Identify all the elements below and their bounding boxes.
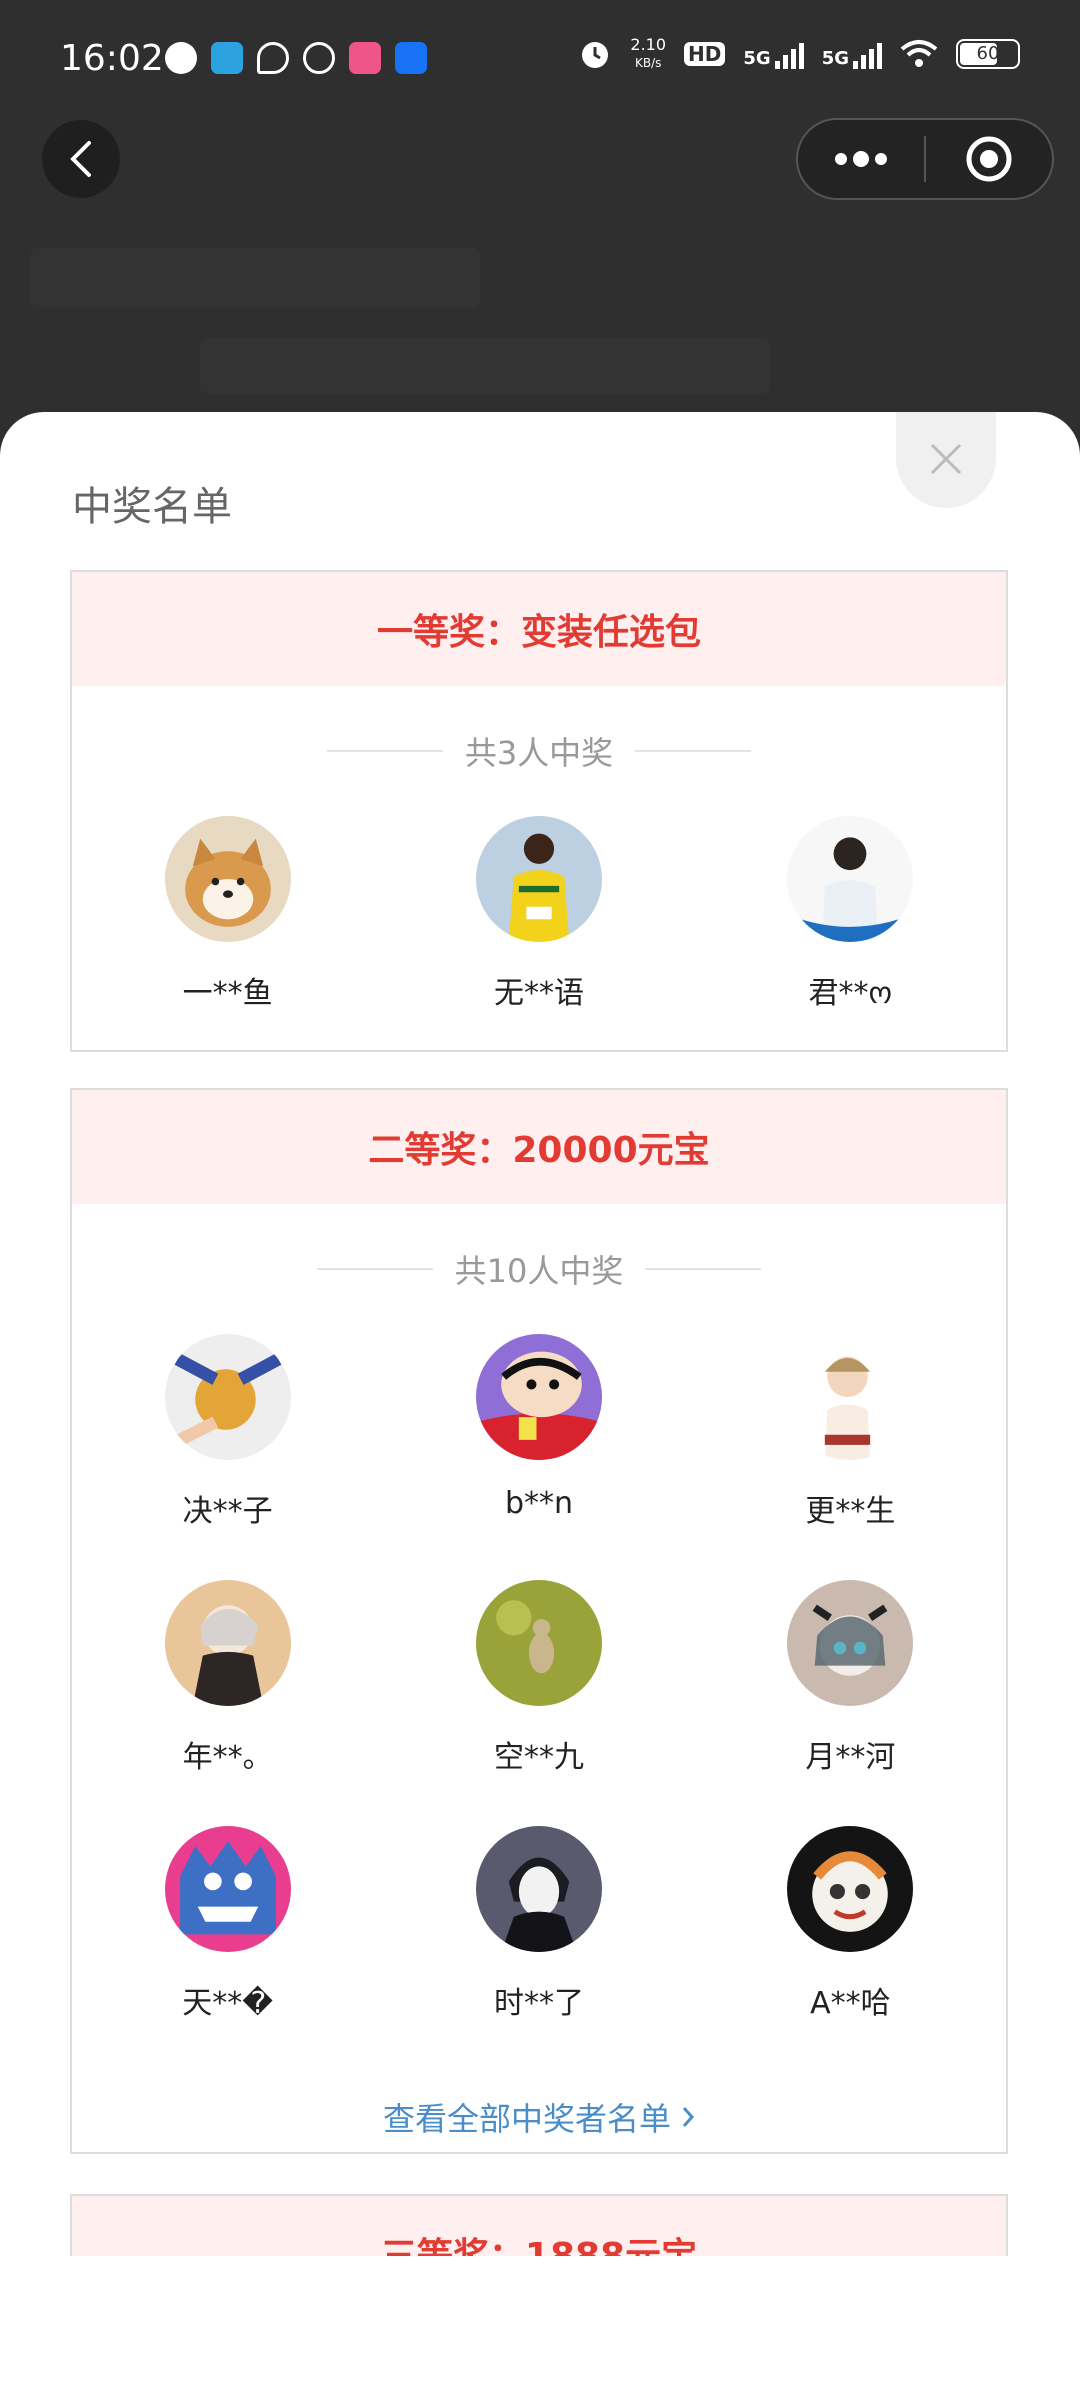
zhihu-icon bbox=[395, 42, 427, 74]
target-icon bbox=[966, 136, 1012, 182]
prize-title: 一等奖：变装任选包 bbox=[72, 572, 1006, 686]
winner-item[interactable]: b**n bbox=[383, 1334, 694, 1580]
prize-card-second: 二等奖：20000元宝 共10人中奖 决**子 b**n 更**生 年**。 空… bbox=[70, 1088, 1008, 2154]
winner-avatar bbox=[475, 1580, 602, 1706]
winner-name: 时**了 bbox=[493, 1986, 584, 2021]
more-dots-icon bbox=[835, 151, 887, 167]
winner-item[interactable]: 时**了 bbox=[383, 1826, 694, 2072]
winner-item[interactable]: 月**河 bbox=[695, 1580, 1006, 1826]
winner-avatar bbox=[164, 1580, 291, 1706]
winner-avatar bbox=[787, 1580, 914, 1706]
network-speed: 2.10 KB/s bbox=[630, 35, 667, 71]
signal-icon-2 bbox=[853, 39, 882, 69]
prize-title: 二等奖：20000元宝 bbox=[72, 1090, 1006, 1204]
bottom-white-area bbox=[0, 2256, 1080, 2400]
winner-avatar bbox=[475, 1826, 602, 1952]
winner-item[interactable]: 更**生 bbox=[695, 1334, 1006, 1580]
prize-card-first: 一等奖：变装任选包 共3人中奖 一**鱼 无**语 君**ო bbox=[70, 570, 1008, 1052]
background-placeholder bbox=[30, 248, 480, 308]
winner-name: 决**子 bbox=[182, 1494, 273, 1529]
music-app-icon bbox=[165, 42, 197, 74]
sim2-label: 5G bbox=[821, 48, 849, 69]
status-bar: 16:02 2.10 KB/s HD 5G 5G 60 bbox=[0, 0, 1080, 120]
clock: 16:02 bbox=[60, 38, 164, 79]
back-button[interactable] bbox=[42, 120, 120, 198]
winner-name: 无**语 bbox=[493, 976, 584, 1011]
winner-item[interactable]: 年**。 bbox=[72, 1580, 383, 1826]
winner-count: 共10人中奖 bbox=[72, 1204, 1006, 1334]
winner-avatar bbox=[787, 816, 914, 942]
winner-avatar bbox=[164, 1334, 291, 1460]
telecom-icon bbox=[303, 42, 335, 74]
signal-icon bbox=[774, 39, 804, 69]
winner-name: 天**� bbox=[182, 1986, 274, 2021]
hd-badge: HD bbox=[684, 42, 726, 66]
bilibili-icon bbox=[349, 42, 381, 74]
winner-avatar bbox=[164, 816, 291, 942]
winners-sheet: 中奖名单 一等奖：变装任选包 共3人中奖 一**鱼 无**语 君**ო 二等奖：… bbox=[0, 412, 1080, 2400]
exit-button[interactable] bbox=[926, 120, 1052, 198]
alarm-icon bbox=[582, 42, 609, 68]
sheet-title: 中奖名单 bbox=[72, 484, 232, 530]
tiktok-icon bbox=[257, 42, 289, 74]
winner-avatar bbox=[475, 1334, 602, 1460]
chevron-right-icon bbox=[682, 2107, 695, 2127]
view-all-winners-link[interactable]: 查看全部中奖者名单 bbox=[72, 2072, 1006, 2162]
status-right: 2.10 KB/s HD 5G 5G 60 bbox=[578, 36, 1020, 72]
winner-item[interactable]: 天**� bbox=[72, 1826, 383, 2072]
winner-name: A**哈 bbox=[810, 1986, 891, 2021]
winner-item[interactable]: 决**子 bbox=[72, 1334, 383, 1580]
background-placeholder-2 bbox=[200, 338, 770, 394]
capsule-menu bbox=[796, 118, 1054, 200]
winner-avatar bbox=[787, 1334, 914, 1460]
winner-name: 年**。 bbox=[182, 1740, 273, 1775]
winner-item[interactable]: 君**ო bbox=[695, 816, 1006, 1062]
winner-item[interactable]: 一**鱼 bbox=[72, 816, 383, 1062]
notification-icons bbox=[165, 42, 427, 74]
chevron-left-icon bbox=[70, 141, 91, 177]
winner-name: 月**河 bbox=[805, 1740, 896, 1775]
winner-avatar bbox=[164, 1826, 291, 1952]
battery-icon: 60 bbox=[956, 39, 1020, 69]
wifi-icon bbox=[900, 40, 938, 67]
more-button[interactable] bbox=[798, 120, 924, 198]
winner-name: 一**鱼 bbox=[182, 976, 273, 1011]
close-icon bbox=[930, 443, 962, 475]
winner-name: 更**生 bbox=[805, 1494, 896, 1529]
winner-item[interactable]: A**哈 bbox=[695, 1826, 1006, 2072]
winner-item[interactable]: 无**语 bbox=[383, 816, 694, 1062]
winner-name: b**n bbox=[504, 1486, 574, 1521]
winner-count: 共3人中奖 bbox=[72, 686, 1006, 816]
winner-avatar bbox=[475, 816, 602, 942]
winner-avatar bbox=[787, 1826, 914, 1952]
sim1-label: 5G bbox=[743, 48, 771, 69]
browser-app-icon bbox=[211, 42, 243, 74]
winner-name: 君**ო bbox=[808, 976, 893, 1011]
winner-name: 空**九 bbox=[493, 1740, 584, 1775]
winner-item[interactable]: 空**九 bbox=[383, 1580, 694, 1826]
close-button[interactable] bbox=[896, 412, 996, 508]
